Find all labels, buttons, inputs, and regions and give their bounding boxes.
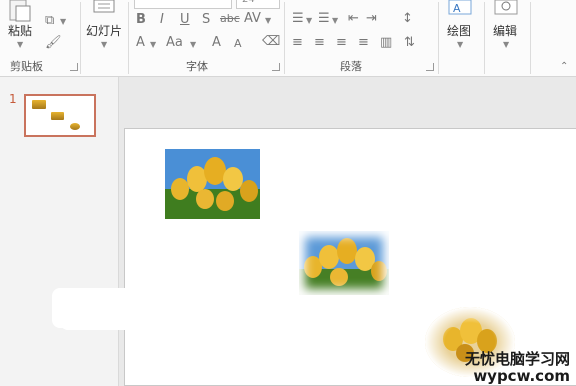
- tulip-picture[interactable]: [165, 149, 260, 219]
- paste-icon: [9, 0, 31, 22]
- drawing-label: 绘图: [447, 24, 472, 38]
- increase-indent-icon[interactable]: ⇥: [366, 12, 377, 25]
- editing-label: 编辑: [493, 24, 518, 38]
- align-right-icon[interactable]: ≡: [336, 36, 347, 49]
- shadow-button[interactable]: S: [202, 13, 210, 26]
- redaction-patch: [60, 300, 180, 330]
- svg-text:A: A: [453, 2, 461, 15]
- thumbnail-picture: [32, 100, 46, 109]
- font-name-box[interactable]: [134, 0, 232, 9]
- chevron-down-icon[interactable]: ▼: [150, 40, 156, 49]
- justify-icon[interactable]: ≡: [358, 36, 369, 49]
- divider: [128, 2, 129, 74]
- line-spacing-icon[interactable]: ↕: [402, 12, 413, 25]
- chevron-down-icon[interactable]: ▼: [60, 17, 66, 26]
- font-size-value: 24: [242, 0, 255, 5]
- ribbon: 粘贴 ▼ ⧉ ▼ 🖌 剪贴板 幻灯片 ▼ 24 B I U S abc AV ▼…: [0, 0, 576, 77]
- bullets-icon[interactable]: ☰: [292, 12, 304, 25]
- font-group-label: 字体: [186, 60, 208, 73]
- character-spacing-button[interactable]: AV: [244, 12, 261, 25]
- slide-canvas[interactable]: [124, 128, 576, 386]
- tulip-picture-soft-edges[interactable]: [299, 231, 389, 295]
- underline-button[interactable]: U: [180, 13, 190, 26]
- chevron-down-icon[interactable]: ▼: [332, 16, 338, 25]
- find-icon: [494, 0, 518, 15]
- divider: [284, 2, 285, 74]
- numbering-icon[interactable]: ☰: [318, 12, 330, 25]
- font-color-button[interactable]: A: [136, 36, 145, 49]
- divider: [484, 2, 485, 74]
- text-direction-icon[interactable]: ⇅: [404, 36, 415, 49]
- align-center-icon[interactable]: ≡: [314, 36, 325, 49]
- font-launcher-icon[interactable]: [272, 63, 280, 71]
- align-left-icon[interactable]: ≡: [292, 36, 303, 49]
- grow-font-button[interactable]: A: [212, 36, 221, 49]
- chevron-down-icon: ▼: [101, 40, 108, 49]
- change-case-button[interactable]: Aa: [166, 36, 183, 49]
- thumbnail-picture: [51, 112, 64, 120]
- paste-label: 粘贴: [8, 24, 33, 38]
- clipboard-group-label: 剪贴板: [10, 60, 43, 73]
- chevron-down-icon: ▼: [503, 40, 510, 49]
- slide-thumbnail[interactable]: [24, 94, 96, 137]
- chevron-down-icon[interactable]: ▼: [265, 16, 271, 25]
- shrink-font-button[interactable]: A: [234, 38, 242, 49]
- watermark-en-text: wypcw.com: [473, 366, 570, 385]
- watermark-cn-text: 无忧电脑学习网: [464, 350, 570, 368]
- tulip-image: [165, 149, 260, 219]
- soft-edge-overlay: [299, 231, 389, 295]
- new-slide-label: 幻灯片: [86, 24, 123, 38]
- site-watermark: 无忧电脑学习网 wypcw.com: [465, 351, 570, 384]
- drawing-button[interactable]: A 绘图 ▼: [444, 0, 478, 52]
- italic-button[interactable]: I: [160, 13, 164, 26]
- decrease-indent-icon[interactable]: ⇤: [348, 12, 359, 25]
- chevron-down-icon[interactable]: ▼: [306, 16, 312, 25]
- new-slide-button[interactable]: 幻灯片 ▼: [84, 0, 124, 52]
- divider: [80, 2, 81, 74]
- chevron-down-icon: ▼: [17, 40, 24, 49]
- clear-formatting-icon[interactable]: ⌫: [262, 35, 280, 48]
- paragraph-launcher-icon[interactable]: [426, 63, 434, 71]
- chevron-down-icon: ▼: [457, 40, 464, 49]
- clipboard-launcher-icon[interactable]: [70, 63, 78, 71]
- thumbnail-picture: [70, 123, 80, 130]
- paragraph-group-label: 段落: [340, 60, 362, 73]
- copy-icon[interactable]: ⧉: [45, 14, 54, 27]
- bold-button[interactable]: B: [136, 13, 146, 26]
- divider: [530, 2, 531, 74]
- editing-button[interactable]: 编辑 ▼: [490, 0, 524, 52]
- collapse-ribbon-icon[interactable]: ⌃: [560, 62, 568, 72]
- columns-icon[interactable]: ▥: [380, 36, 392, 49]
- shapes-icon: A: [448, 0, 472, 15]
- format-painter-icon[interactable]: 🖌: [45, 36, 62, 49]
- slide-number: 1: [9, 92, 17, 106]
- chevron-down-icon[interactable]: ▼: [190, 40, 196, 49]
- strikethrough-button[interactable]: abc: [220, 13, 240, 24]
- divider: [438, 2, 439, 74]
- paste-button[interactable]: 粘贴 ▼: [4, 0, 34, 52]
- new-slide-icon: [93, 0, 115, 13]
